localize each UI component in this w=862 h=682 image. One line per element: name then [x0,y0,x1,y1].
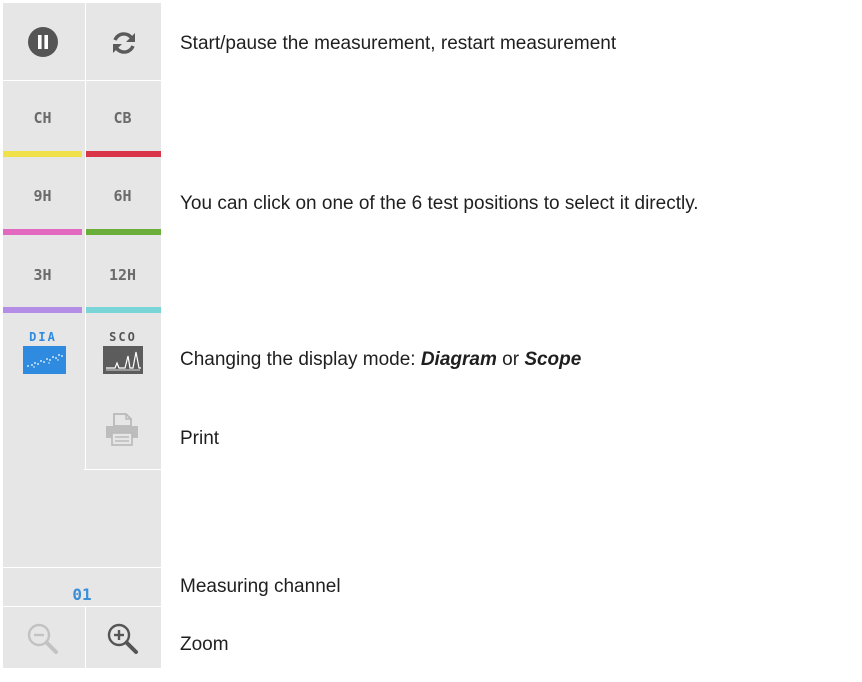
position-color-stripe [3,151,82,157]
display-mode-description: Changing the display mode: Diagram or Sc… [180,349,581,371]
zoom-out-icon [27,623,58,654]
scope-mode-term: Scope [524,349,582,370]
position-button-6h[interactable]: 6H [86,159,161,236]
position-label: 3H [33,266,52,284]
position-label: CH [33,109,52,127]
positions-description: You can click on one of the 6 test posit… [180,193,699,214]
pause-button[interactable] [3,3,84,80]
printer-icon [106,413,138,446]
position-color-stripe [3,307,82,313]
position-button-12h[interactable]: 12H [86,237,161,314]
display-mode-prefix: Changing the display mode: [180,349,421,370]
zoom-in-icon [107,623,138,654]
zoom-in-button[interactable] [86,607,161,668]
scope-icon [103,346,143,374]
print-button[interactable] [86,391,161,469]
zoom-out-button[interactable] [3,607,84,668]
position-color-stripe [3,229,82,235]
position-label: 6H [113,187,132,205]
position-color-stripe [86,307,161,313]
position-button-cb[interactable]: CB [86,81,161,158]
print-description: Print [180,428,220,449]
pause-circle-icon [28,27,58,57]
divider [3,567,161,568]
display-mode-or: or [496,349,525,370]
refresh-icon [113,32,135,54]
position-label: CB [113,109,132,127]
position-button-ch[interactable]: CH [3,81,84,158]
zoom-description: Zoom [180,634,229,655]
restart-button[interactable] [86,3,161,80]
diagram-mode-label: DIA [29,330,57,344]
divider [84,469,161,470]
diagram-mode-button[interactable]: DIA [3,315,84,390]
diagram-mode-term: Diagram [420,349,497,370]
position-button-3h[interactable]: 3H [3,237,84,314]
position-color-stripe [86,151,161,157]
toolbar-panel: CH CB 9H 6H 3H 12H DIA SCO 01 [3,3,161,668]
channel-description: Measuring channel [180,576,341,597]
position-label: 12H [108,266,137,284]
position-color-stripe [86,229,161,235]
position-button-9h[interactable]: 9H [3,159,84,236]
position-label: 9H [33,187,52,205]
measuring-channel-value[interactable]: 01 [3,585,161,604]
diagram-icon [23,346,66,374]
scope-mode-button[interactable]: SCO [86,315,161,390]
scope-mode-label: SCO [109,330,137,344]
measurement-description: Start/pause the measurement, restart mea… [180,33,617,54]
